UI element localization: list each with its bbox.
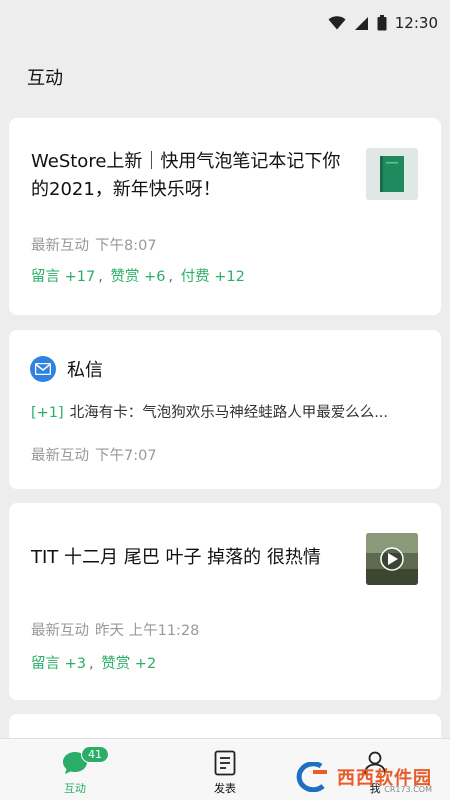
interaction-stats: 留言 +17, 赞赏 +6, 付费 +12 [31, 269, 245, 285]
watermark: 西西软件园 CR173.COM [291, 762, 432, 794]
unread-count-badge: 41 [81, 746, 109, 763]
status-bar: 12:30 [0, 0, 450, 46]
rewards-stat: 赞赏 +2 [101, 656, 157, 672]
tab-label: 互动 [64, 782, 86, 795]
latest-interaction: 最新互动 下午8:07 [31, 238, 157, 254]
comments-stat: 留言 +3 [31, 656, 86, 672]
new-message-badge: [+1] [31, 405, 64, 421]
rewards-stat: 赞赏 +6 [110, 269, 166, 285]
paid-stat: 付费 +12 [180, 269, 245, 285]
video-thumbnail [366, 533, 418, 585]
article-card[interactable]: WeStore上新｜快用气泡笔记本记下你的2021，新年快乐呀！ 最新互动 下午8… [9, 118, 441, 315]
latest-message: [+1] 北海有卡：气泡狗欢乐马神经蛙路人甲最爱么么... [31, 401, 411, 422]
watermark-subtext: CR173.COM [384, 785, 432, 794]
video-article-card[interactable]: TIT 十二月 尾巴 叶子 掉落的 很热情 最新互动 昨天 上午11:28 留言 … [9, 503, 441, 700]
latest-interaction: 最新互动 下午7:07 [31, 448, 157, 464]
wifi-icon [328, 16, 346, 30]
interaction-stats: 留言 +3, 赞赏 +2 [31, 656, 157, 672]
status-time: 12:30 [394, 14, 438, 32]
article-title: WeStore上新｜快用气泡笔记本记下你的2021，新年快乐呀！ [31, 151, 341, 200]
latest-interaction: 最新互动 昨天 上午11:28 [31, 623, 200, 639]
comments-stat: 留言 +17 [31, 269, 96, 285]
cellular-signal-icon [354, 16, 368, 30]
private-message-card[interactable]: 私信 [+1] 北海有卡：气泡狗欢乐马神经蛙路人甲最爱么么... 最新互动 下午7:… [9, 330, 441, 489]
page-title: 互动 [27, 68, 63, 89]
tab-publish[interactable]: 发表 [150, 739, 300, 800]
battery-icon [377, 15, 387, 31]
mail-icon [30, 356, 56, 382]
article-thumbnail [366, 148, 418, 200]
tab-interaction[interactable]: 41 互动 [0, 739, 150, 800]
tab-label: 发表 [214, 782, 236, 795]
watermark-logo-icon [296, 762, 327, 792]
tab-bar: 41 互动 发表 我 西西软件园 CR173.COM [0, 738, 450, 800]
private-message-title: 私信 [67, 360, 103, 381]
message-preview: 北海有卡：气泡狗欢乐马神经蛙路人甲最爱么么... [69, 405, 389, 421]
document-icon [214, 750, 236, 776]
article-title: TIT 十二月 尾巴 叶子 掉落的 很热情 [31, 547, 321, 568]
